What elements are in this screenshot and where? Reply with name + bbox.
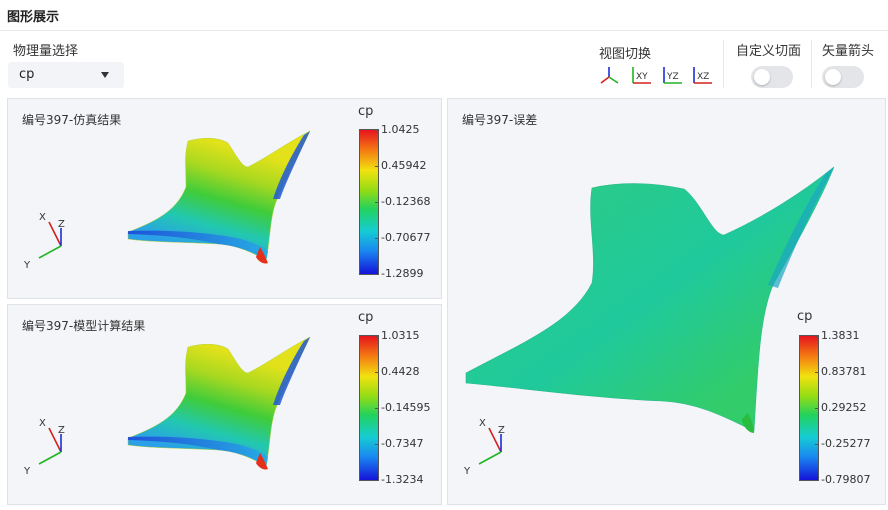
xy-axes-icon: XY (632, 67, 651, 84)
colorbar-tick: -0.79807 (814, 473, 871, 486)
model-surface-plot (127, 336, 311, 470)
axis-z-label: Z (58, 425, 65, 436)
orientation-axes-icon: X Z Y (23, 418, 65, 477)
colorbar-tick: -0.7347 (374, 437, 424, 450)
colorbar-tick: 0.4428 (375, 365, 420, 378)
colorbar-tick: -0.12368 (374, 195, 431, 208)
toggle-knob (754, 69, 770, 85)
page-title: 图形展示 (7, 10, 60, 25)
orientation-axes-icon: X Z Y (463, 418, 505, 477)
axis-y-label: Y (463, 466, 471, 477)
quantity-select[interactable]: cp (8, 62, 124, 88)
view-iso-button[interactable] (598, 64, 622, 86)
sim-result-panel[interactable]: 编号397-仿真结果 cp 1.0425 0.45942 -0.12368 -0… (7, 98, 442, 299)
quantity-label: 物理量选择 (13, 44, 79, 59)
colorbar-tick: 0.83781 (815, 365, 867, 378)
colorbar-tick: -1.2899 (374, 267, 424, 280)
orientation-axes-icon: X Z Y (23, 212, 65, 271)
toggle-knob (825, 69, 841, 85)
colorbar-title: cp (358, 104, 374, 119)
colorbar-tick: -1.3234 (374, 473, 424, 486)
axis-x-label: X (39, 212, 46, 223)
vector-arrow-label: 矢量箭头 (822, 44, 875, 59)
colorbar-tick: 1.0315 (375, 329, 420, 342)
error-panel[interactable]: 编号397-误差 cp 1.3831 0.83781 0.29252 -0.25… (447, 98, 886, 505)
view-xz-label: XZ (697, 72, 709, 82)
panel-title: 编号397-仿真结果 (22, 113, 122, 127)
xz-axes-icon: XZ (693, 67, 712, 84)
divider (723, 40, 724, 88)
colorbar-tick: -0.14595 (374, 401, 431, 414)
colorbar-tick: 0.29252 (815, 401, 867, 414)
colorbar-title: cp (358, 310, 374, 325)
divider (811, 40, 812, 88)
model-result-panel[interactable]: 编号397-模型计算结果 cp 1.0315 0.4428 -0.14595 -… (7, 304, 442, 505)
colorbar-title: cp (797, 309, 813, 324)
colorbar-tick: 1.3831 (815, 329, 860, 342)
colorbar-tick: 1.0425 (375, 123, 420, 136)
vector-arrow-toggle[interactable] (822, 66, 864, 88)
view-xy-label: XY (636, 72, 648, 82)
view-yz-label: YZ (666, 72, 679, 82)
colorbar-tick: 0.45942 (375, 159, 427, 172)
header-bar: 图形展示 (0, 0, 888, 31)
view-xz-button[interactable]: XZ (691, 64, 715, 86)
sim-surface-plot (127, 130, 311, 264)
axis-x-label: X (479, 418, 486, 429)
axis-x-label: X (39, 418, 46, 429)
view-xy-button[interactable]: XY (630, 64, 654, 86)
panel-title: 编号397-误差 (462, 113, 538, 127)
custom-section-toggle[interactable] (751, 66, 793, 88)
panel-title: 编号397-模型计算结果 (22, 319, 146, 333)
view-yz-button[interactable]: YZ (661, 64, 685, 86)
axis-z-label: Z (498, 425, 505, 436)
axis-z-label: Z (58, 219, 65, 230)
quantity-select-value: cp (19, 67, 35, 82)
chevron-down-icon (101, 72, 109, 78)
error-surface-plot (465, 166, 835, 433)
custom-section-label: 自定义切面 (736, 44, 802, 59)
colorbar-tick: -0.25277 (814, 437, 871, 450)
iso-axes-icon (600, 67, 619, 84)
axis-y-label: Y (23, 260, 31, 271)
view-switch-label: 视图切换 (599, 47, 652, 62)
yz-axes-icon: YZ (663, 67, 682, 84)
colorbar-tick: -0.70677 (374, 231, 431, 244)
axis-y-label: Y (23, 466, 31, 477)
